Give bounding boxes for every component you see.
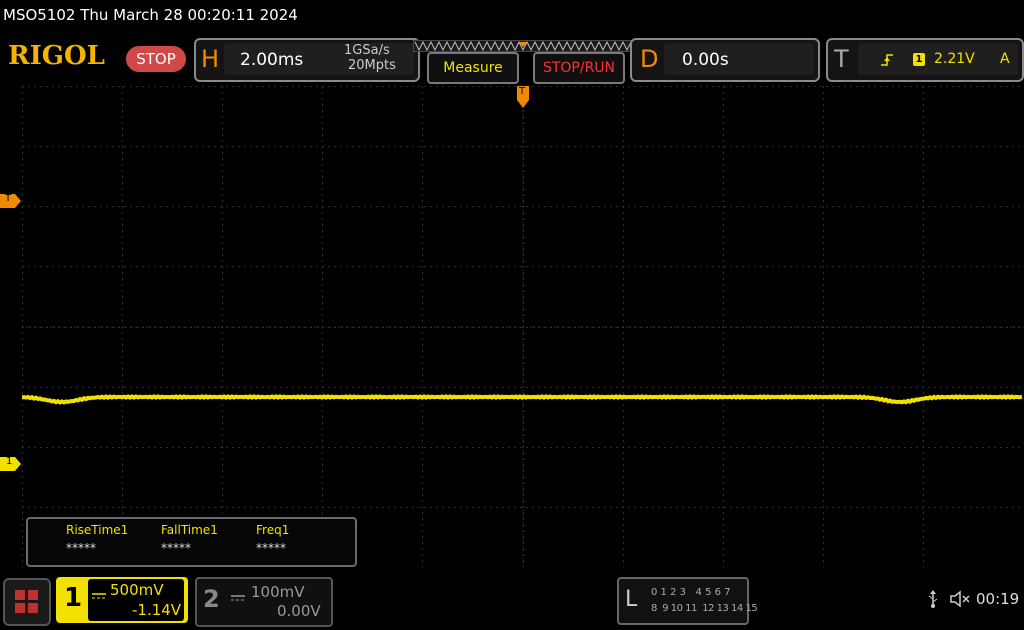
delay-letter: D [640,45,659,73]
channel2-settings[interactable]: 2 100mV 0.00V [195,577,333,627]
channel2-offset: 0.00V [277,602,321,620]
rising-edge-icon [880,52,894,71]
device-title: MSO5102 Thu March 28 00:20:11 2024 [3,6,298,24]
measurement-label: Freq1 [256,523,290,537]
measurement-label: FallTime1 [161,523,218,537]
trigger-sweep-mode: A [1000,51,1010,67]
measurement-panel[interactable]: RiseTime1 ***** FallTime1 ***** Freq1 **… [26,517,357,567]
channel2-number: 2 [203,585,220,613]
trigger-level-label: T [5,193,12,204]
measurement-value: ***** [161,541,191,555]
trigger-position-marker[interactable]: T [516,86,530,110]
menu-grid-icon [15,590,39,618]
trigger-panel[interactable]: T 1 2.21V A [826,38,1024,82]
trigger-source-badge: 1 [913,53,925,66]
measurement-value: ***** [256,541,286,555]
channel1-settings[interactable]: 1 500mV -1.14V [56,577,188,623]
usb-icon [926,589,940,613]
measurement-label: RiseTime1 [66,523,129,537]
measurement-item[interactable]: Freq1 ***** [256,523,346,555]
logic-analyzer-channels[interactable]: L 0 1 2 3 4 5 6 7 8 9 10 11 12 13 14 15 [617,577,758,625]
logic-letter: L [625,587,638,612]
measurement-value: ***** [66,541,96,555]
speaker-muted-icon[interactable] [950,590,972,612]
dc-coupling-icon [92,585,106,604]
main-menu-button[interactable] [3,578,51,626]
channel1-offset: -1.14V [132,601,182,619]
trigger-position-label: T [519,86,526,97]
measurement-item[interactable]: RiseTime1 ***** [66,523,156,555]
dc-coupling-icon [231,587,245,606]
channel1-marker-label: 1 [6,456,13,467]
sample-rate: 1GSa/s [344,43,390,58]
memory-depth: 20Mpts [348,58,396,73]
system-clock: 00:19 [976,590,1020,608]
waveform-display[interactable] [21,86,1024,568]
channel2-scale: 100mV [251,583,305,601]
trigger-level-marker[interactable]: T [0,193,22,208]
channel1-offset-marker[interactable]: 1 [0,456,22,471]
delay-value: 0.00s [682,50,729,70]
measure-button[interactable]: Measure [427,52,519,84]
trigger-level: 2.21V [934,51,975,67]
logic-channels-row1: 0 1 2 3 4 5 6 7 [651,587,731,598]
logic-channels-row2: 8 9 10 11 12 13 14 15 [651,603,758,614]
memory-overview-bar[interactable] [412,37,634,53]
run-state-badge[interactable]: STOP [126,46,186,72]
timebase-value: 2.00ms [240,50,304,70]
horizontal-letter: H [201,45,220,73]
channel1-number: 1 [64,583,83,613]
horizontal-panel[interactable]: H 2.00ms 1GSa/s 20Mpts [194,38,420,82]
trigger-letter: T [834,45,849,73]
channel1-waveform [21,394,1023,405]
stop-run-button[interactable]: STOP/RUN [533,52,625,84]
delay-panel[interactable]: D 0.00s [630,38,820,82]
channel1-scale: 500mV [110,581,164,599]
rigol-logo: RIGOL [8,41,105,71]
measurement-item[interactable]: FallTime1 ***** [161,523,251,555]
